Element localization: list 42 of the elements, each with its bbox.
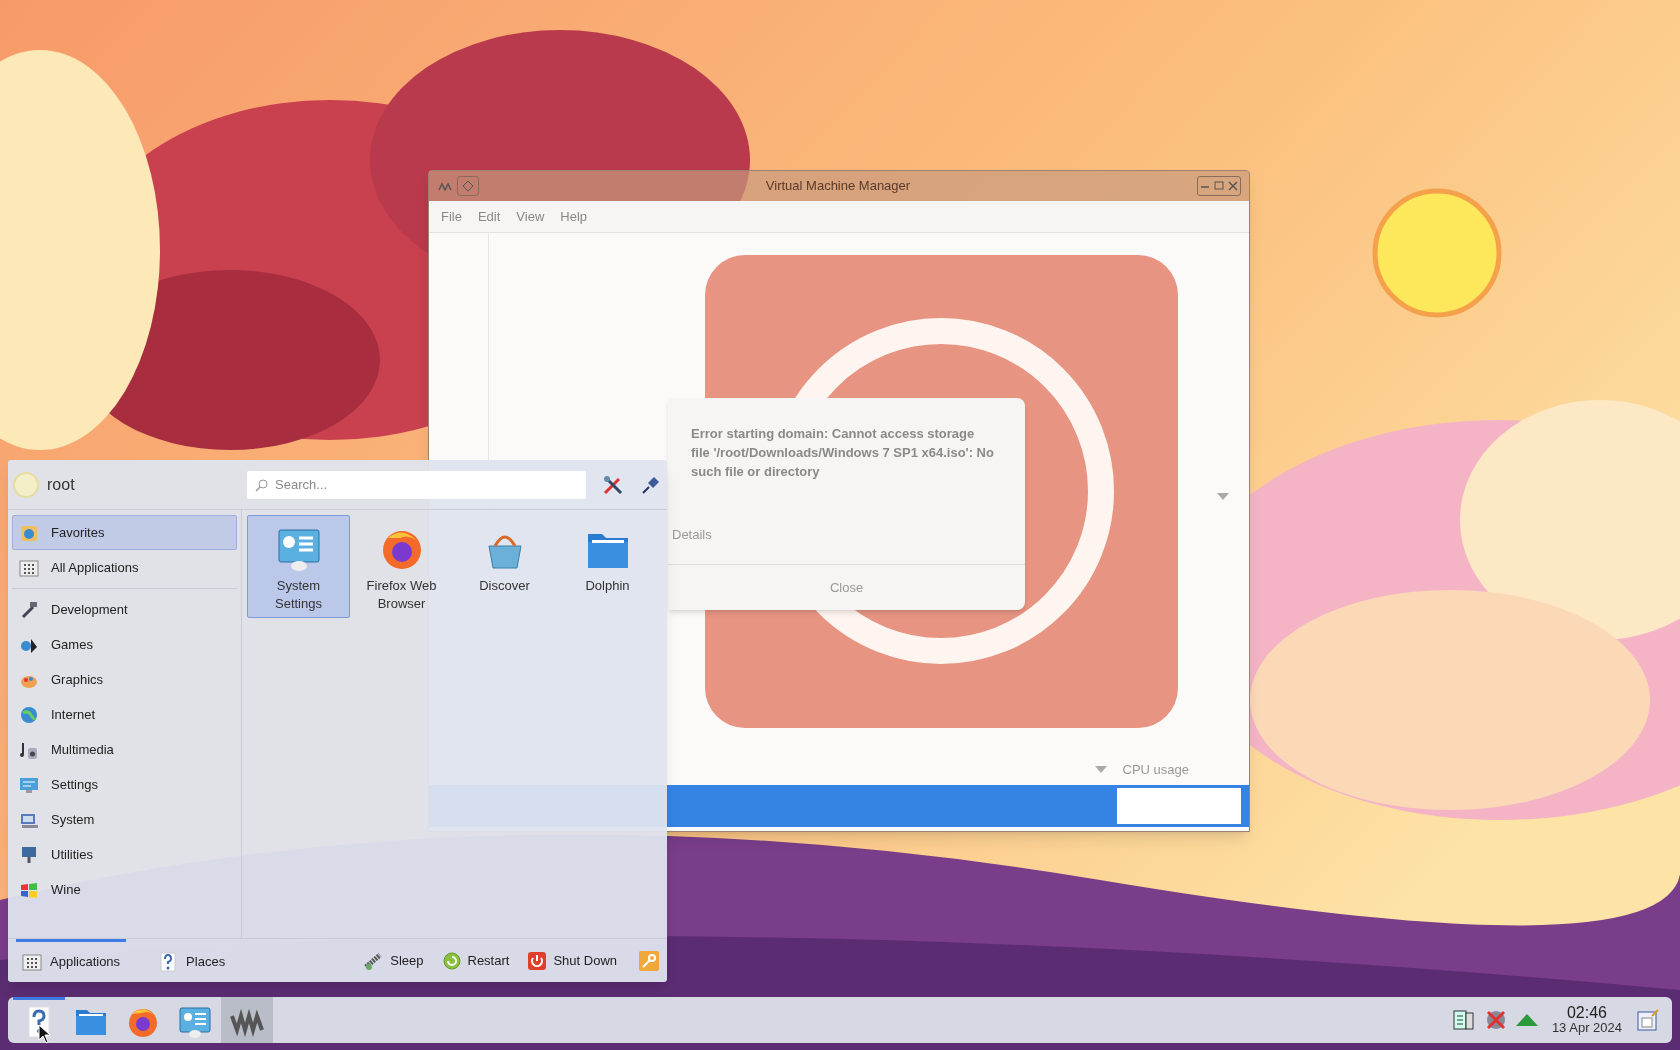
sidebar-item[interactable]: Multimedia — [12, 732, 237, 767]
window-title: Virtual Machine Manager — [764, 177, 912, 196]
cursor-icon — [38, 1024, 52, 1044]
search-icon — [255, 477, 269, 492]
avatar-icon — [13, 471, 39, 498]
session-button[interactable]: Restart — [441, 950, 510, 971]
sidebar-item[interactable]: Games — [12, 627, 237, 662]
globe-icon — [19, 704, 39, 725]
dropdown-caret-icon — [1217, 493, 1229, 501]
hammer-icon — [19, 599, 39, 620]
power-icon — [527, 950, 548, 971]
grid-icon — [22, 952, 42, 972]
grid-icon — [19, 557, 39, 578]
sidebar-item[interactable]: Graphics — [12, 662, 237, 697]
menu-tab[interactable]: Applications — [16, 938, 127, 983]
show-desktop-icon[interactable] — [1636, 1008, 1660, 1032]
sort-caret-icon — [1094, 766, 1107, 774]
session-button[interactable]: Shut Down — [527, 950, 617, 971]
sidebar-item[interactable]: Settings — [12, 767, 237, 802]
sidebar-item[interactable]: Favorites — [12, 515, 237, 550]
sidebar-item[interactable]: Development — [12, 592, 237, 627]
clipboard-icon[interactable] — [1451, 1008, 1476, 1032]
sidebar-item[interactable]: All Applications — [12, 550, 237, 585]
menu-tab[interactable]: Places — [152, 938, 232, 983]
sidebar-item[interactable]: Utilities — [12, 837, 237, 872]
error-message: Error starting domain: Cannot access storage file '/root/Downloads/Windows 7 SP1 x64.iso': No such file or directory — [690, 425, 995, 481]
sidebar-item[interactable]: System — [12, 802, 237, 837]
user-name: root — [47, 474, 76, 495]
key-icon[interactable] — [639, 950, 659, 971]
app-tile[interactable]: Discover — [453, 515, 556, 618]
sidebar-item[interactable]: Wine — [12, 872, 237, 907]
app-tile[interactable]: Dolphin — [556, 515, 659, 618]
clock[interactable]: 02:46 13 Apr 2024 — [1551, 1005, 1622, 1035]
session-button[interactable]: Sleep — [364, 950, 424, 971]
restart-icon — [441, 950, 462, 971]
help-icon — [158, 952, 179, 972]
search-field[interactable]: Search... — [247, 470, 586, 499]
app-tile[interactable]: Firefox Web Browser — [350, 515, 453, 618]
sidebar-item[interactable]: Internet — [12, 697, 237, 732]
up-arrow-icon[interactable] — [1515, 1013, 1538, 1027]
taskbar-button[interactable] — [221, 997, 273, 1043]
app-tile[interactable]: System Settings — [247, 515, 350, 618]
